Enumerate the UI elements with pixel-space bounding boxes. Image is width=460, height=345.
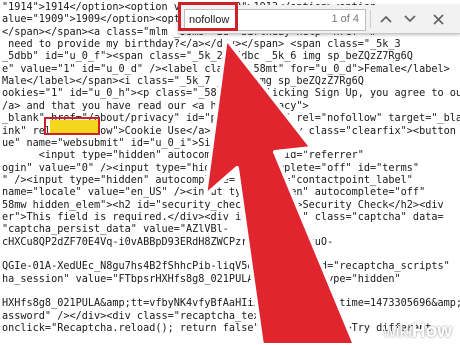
pointer-arrow-icon <box>203 36 357 345</box>
watermark-wiki: wiki <box>383 322 412 341</box>
watermark-how: How <box>411 321 452 342</box>
wikihow-watermark: wikiHow <box>384 321 452 343</box>
annotation-layer <box>203 36 357 345</box>
